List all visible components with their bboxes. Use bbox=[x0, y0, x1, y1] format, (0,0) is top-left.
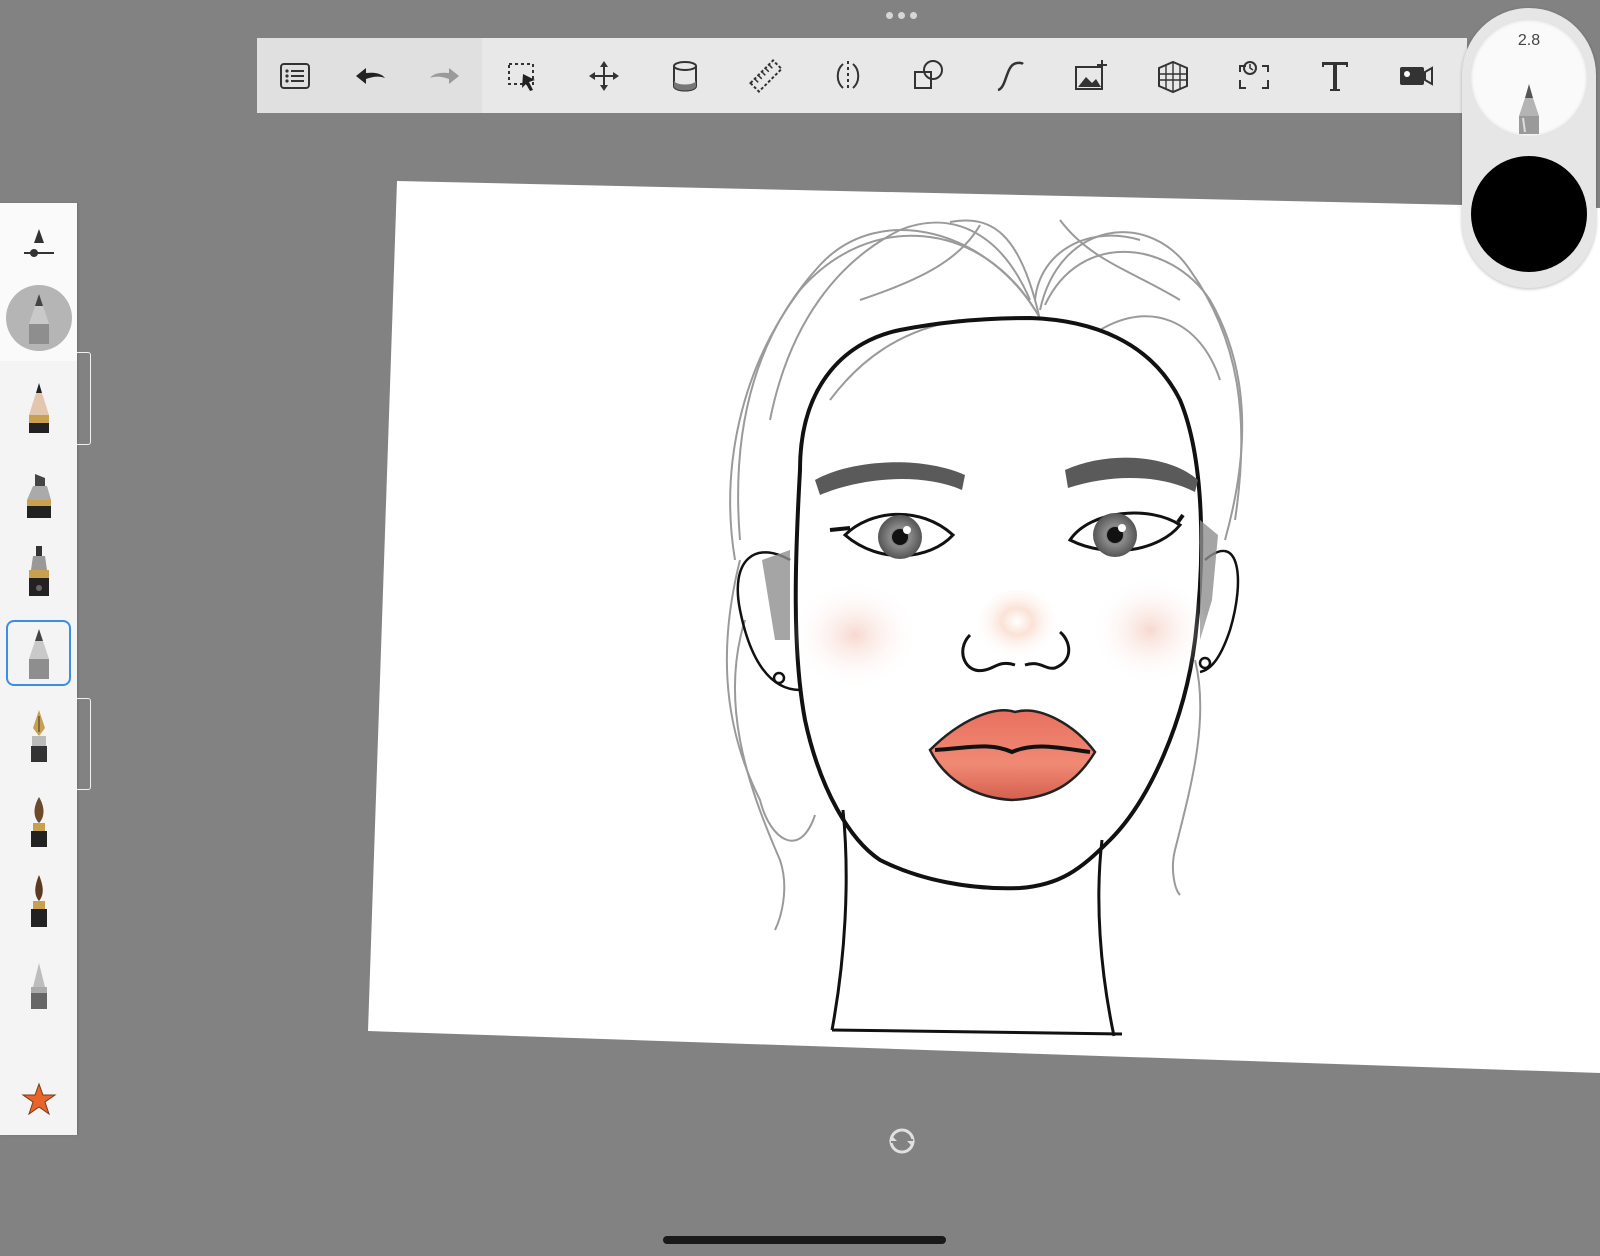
brush-properties-icon[interactable] bbox=[20, 225, 58, 263]
layers-list-button[interactable] bbox=[272, 53, 318, 99]
brush-group-bracket bbox=[77, 352, 91, 445]
blush-right bbox=[1090, 575, 1210, 685]
record-button[interactable] bbox=[1393, 53, 1439, 99]
fountain-pen-brush[interactable] bbox=[6, 703, 71, 769]
fill-button[interactable] bbox=[662, 53, 708, 99]
undo-button[interactable] bbox=[347, 53, 393, 99]
fountain-pen-icon bbox=[30, 710, 47, 762]
current-brush-button[interactable] bbox=[6, 285, 72, 351]
toolbar-history-group bbox=[257, 38, 482, 113]
symmetry-icon bbox=[836, 60, 859, 91]
curve-icon bbox=[997, 61, 1025, 91]
text-button[interactable] bbox=[1312, 53, 1358, 99]
airbrush-brush[interactable] bbox=[6, 952, 71, 1018]
airbrush-icon bbox=[30, 963, 47, 1009]
move-transform-button[interactable] bbox=[581, 53, 627, 99]
grip-dot bbox=[897, 12, 905, 19]
ballpoint-pen-icon bbox=[1519, 84, 1539, 134]
sync-icon[interactable] bbox=[889, 1128, 915, 1154]
brush-size-value: 2.8 bbox=[1517, 32, 1541, 49]
ballpoint-pen-icon bbox=[29, 294, 49, 344]
curve-button[interactable] bbox=[987, 53, 1033, 99]
color-puck[interactable] bbox=[1471, 156, 1587, 272]
perspective-button[interactable] bbox=[1150, 53, 1196, 99]
felt-pen-brush[interactable] bbox=[6, 537, 71, 603]
toolbar-grip-handle[interactable] bbox=[884, 12, 918, 22]
shapes-button[interactable] bbox=[906, 53, 952, 99]
pencil-icon bbox=[28, 383, 49, 433]
undo-icon bbox=[355, 67, 385, 84]
blush-left bbox=[790, 580, 920, 690]
ruler-button[interactable] bbox=[743, 53, 789, 99]
add-image-button[interactable] bbox=[1068, 53, 1114, 99]
ink-brush[interactable] bbox=[6, 868, 71, 934]
selection-button[interactable] bbox=[500, 53, 546, 99]
move-icon bbox=[588, 60, 619, 91]
add-image-icon bbox=[1075, 59, 1108, 90]
marker-icon bbox=[26, 474, 51, 518]
home-indicator[interactable] bbox=[663, 1236, 946, 1244]
ballpoint-pen-icon bbox=[28, 629, 49, 679]
nose-highlight bbox=[977, 590, 1057, 660]
paint-brush-icon bbox=[30, 797, 47, 847]
ink-brush-icon bbox=[30, 875, 47, 927]
pencil-brush[interactable] bbox=[6, 374, 71, 440]
ruler-icon bbox=[749, 58, 784, 93]
selection-icon bbox=[507, 62, 535, 91]
grip-dot bbox=[909, 12, 917, 19]
brush-group-bracket bbox=[77, 698, 91, 790]
time-lapse-button[interactable] bbox=[1231, 53, 1277, 99]
list-icon bbox=[279, 62, 310, 89]
favorites-star-icon[interactable] bbox=[21, 1081, 57, 1117]
text-icon bbox=[1322, 61, 1349, 91]
main-toolbar bbox=[257, 38, 1467, 113]
felt-pen-icon bbox=[28, 546, 49, 596]
ballpoint-pen-brush[interactable] bbox=[6, 620, 71, 686]
video-camera-icon bbox=[1400, 65, 1434, 86]
redo-button[interactable] bbox=[422, 53, 468, 99]
shapes-icon bbox=[913, 59, 943, 89]
marker-brush[interactable] bbox=[6, 459, 71, 525]
symmetry-button[interactable] bbox=[825, 53, 871, 99]
drawing-canvas[interactable] bbox=[0, 0, 1600, 1256]
paint-bucket-icon bbox=[673, 60, 698, 91]
perspective-grid-icon bbox=[1157, 60, 1188, 93]
time-lapse-icon bbox=[1238, 60, 1269, 89]
redo-icon bbox=[429, 67, 459, 84]
paint-brush[interactable] bbox=[6, 788, 71, 854]
toolbar-tools-group bbox=[482, 38, 1467, 113]
grip-dot bbox=[885, 12, 893, 19]
